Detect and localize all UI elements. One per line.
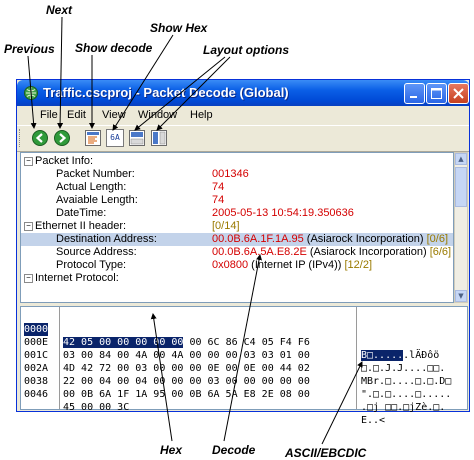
packet-decode-window: Traffic.cscproj - Packet Decode (Global)… <box>16 79 470 426</box>
hex-offset: 0046 <box>24 389 49 400</box>
tree-value: 001346 <box>212 168 249 180</box>
decode-tree-pane[interactable]: − Packet Info: Packet Number: 001346 Actu… <box>20 152 454 303</box>
tree-value-tag: [0/6] <box>426 233 449 245</box>
tree-value: 74 <box>212 181 225 193</box>
callout-ascii-ebcdic: ASCII/EBCDIC <box>285 446 367 460</box>
show-hex-icon: 6A <box>110 133 120 142</box>
ascii-text: ".□.□....□..... <box>361 389 452 400</box>
callout-show-hex: Show Hex <box>150 21 208 35</box>
minimize-button[interactable] <box>404 83 425 104</box>
hex-pane[interactable]: 0000 42 05 00 00 00 00 00 00 6C 86 C4 05… <box>20 306 468 426</box>
previous-icon[interactable] <box>31 129 49 147</box>
next-icon[interactable] <box>53 129 71 147</box>
app-globe-icon <box>24 86 38 100</box>
tree-row[interactable]: Packet Number: 001346 <box>21 168 453 181</box>
tree-row[interactable]: Protocol Type: 0x0800 (Internet IP (IPv4… <box>21 259 453 272</box>
ascii-text: .□j □□.□jZè.□. <box>361 402 446 413</box>
tree-row[interactable]: − Ethernet II header: [0/14] <box>21 220 453 233</box>
tree-label: Destination Address: <box>56 233 157 245</box>
ascii-text: E..< <box>361 415 386 426</box>
tree-label: Avaiable Length: <box>56 194 138 206</box>
tree-label: Packet Info: <box>35 155 94 167</box>
tree-row[interactable]: Actual Length: 74 <box>21 181 453 194</box>
hex-row[interactable]: 0038 00 0B 6A 1F 1A 95 00 0B 6A 5A E8 2E… <box>21 362 467 413</box>
show-hex-button[interactable]: 6A <box>106 129 124 147</box>
maximize-icon <box>431 88 442 99</box>
hex-row[interactable]: 000E 03 00 84 00 4A 00 4A 00 00 00 03 03… <box>21 323 467 374</box>
tree-row[interactable]: Source Address: 00.0B.6A.5A.E8.2E (Asiar… <box>21 246 453 259</box>
tree-label: Actual Length: <box>56 181 127 193</box>
collapse-icon[interactable]: − <box>24 221 33 231</box>
tree-value: 74 <box>212 194 225 206</box>
tree-value-extra: (Asiarock Incorporation) <box>306 246 430 258</box>
hex-bytes: 45 00 00 3C <box>63 402 130 413</box>
close-button[interactable] <box>448 83 469 104</box>
tree-value-tag: [12/2] <box>344 259 373 271</box>
tree-label: Source Address: <box>56 246 137 258</box>
tree-value: 00.0B.6A.1F.1A.95 <box>212 233 304 245</box>
tree-value: 2005-05-13 10:54:19.350636 <box>212 207 354 219</box>
layout-options-icon-1[interactable] <box>128 129 146 147</box>
collapse-icon[interactable]: − <box>24 273 33 283</box>
hex-row[interactable]: 0046 45 00 00 3C E..< <box>21 375 467 426</box>
tree-label: DateTime: <box>56 207 107 219</box>
menu-file[interactable]: File <box>40 109 58 121</box>
tree-value-tag: [6/6] <box>429 246 452 258</box>
callout-decode: Decode <box>212 443 256 457</box>
menu-view[interactable]: View <box>102 109 126 121</box>
collapse-icon[interactable]: − <box>24 156 33 166</box>
toolbar: 6A <box>17 125 469 152</box>
hex-row[interactable]: 0000 42 05 00 00 00 00 00 00 6C 86 C4 05… <box>21 310 467 361</box>
tree-row[interactable]: DateTime: 2005-05-13 10:54:19.350636 <box>21 207 453 220</box>
hex-row[interactable]: 002A 22 00 04 00 04 00 00 00 03 00 00 00… <box>21 349 467 400</box>
scroll-up-button[interactable]: ▲ <box>455 153 467 165</box>
window-title: Traffic.cscproj - Packet Decode (Global) <box>43 85 289 100</box>
hex-bytes: 00 0B 6A 1F 1A 95 00 0B 6A 5A E8 2E 08 0… <box>63 389 310 400</box>
callout-previous: Previous <box>4 42 55 56</box>
callout-next: Next <box>46 3 73 17</box>
scroll-thumb[interactable] <box>455 167 467 207</box>
vertical-scrollbar[interactable]: ▲ ▼ <box>454 152 468 303</box>
tree-row-selected[interactable]: Destination Address: 00.0B.6A.1F.1A.95 (… <box>21 233 453 246</box>
tree-label: Packet Number: <box>56 168 135 180</box>
minimize-icon <box>410 96 417 98</box>
tree-label: Internet Protocol: <box>35 272 119 284</box>
callout-hex: Hex <box>160 443 183 457</box>
menu-bar: File Edit View Window Help <box>17 106 469 125</box>
tree-value: [0/14] <box>212 220 240 232</box>
tree-row[interactable]: − Packet Info: <box>21 155 453 168</box>
maximize-button[interactable] <box>426 83 447 104</box>
tree-label: Ethernet II header: <box>35 220 127 232</box>
close-icon <box>453 88 464 99</box>
tree-value: 00.0B.6A.5A.E8.2E <box>212 246 307 258</box>
menu-window[interactable]: Window <box>138 109 177 121</box>
toolbar-grip[interactable] <box>19 129 23 147</box>
tree-value-extra: (Asiarock Incorporation) <box>303 233 427 245</box>
callout-layout-options: Layout options <box>203 43 289 57</box>
tree-row[interactable]: − Internet Protocol: <box>21 272 453 285</box>
hex-row[interactable]: 001C 4D 42 72 00 03 00 00 00 0E 00 0E 00… <box>21 336 467 387</box>
menu-help[interactable]: Help <box>190 109 213 121</box>
show-decode-icon[interactable] <box>84 129 102 147</box>
menu-edit[interactable]: Edit <box>67 109 86 121</box>
tree-label: Protocol Type: <box>56 259 127 271</box>
tree-row[interactable]: Avaiable Length: 74 <box>21 194 453 207</box>
scroll-down-button[interactable]: ▼ <box>455 290 467 302</box>
tree-value: 0x0800 <box>212 259 249 271</box>
callout-show-decode: Show decode <box>75 41 153 55</box>
tree-value-extra: (Internet IP (IPv4)) <box>248 259 345 271</box>
layout-options-icon-2[interactable] <box>150 129 168 147</box>
title-bar[interactable]: Traffic.cscproj - Packet Decode (Global) <box>17 80 469 106</box>
